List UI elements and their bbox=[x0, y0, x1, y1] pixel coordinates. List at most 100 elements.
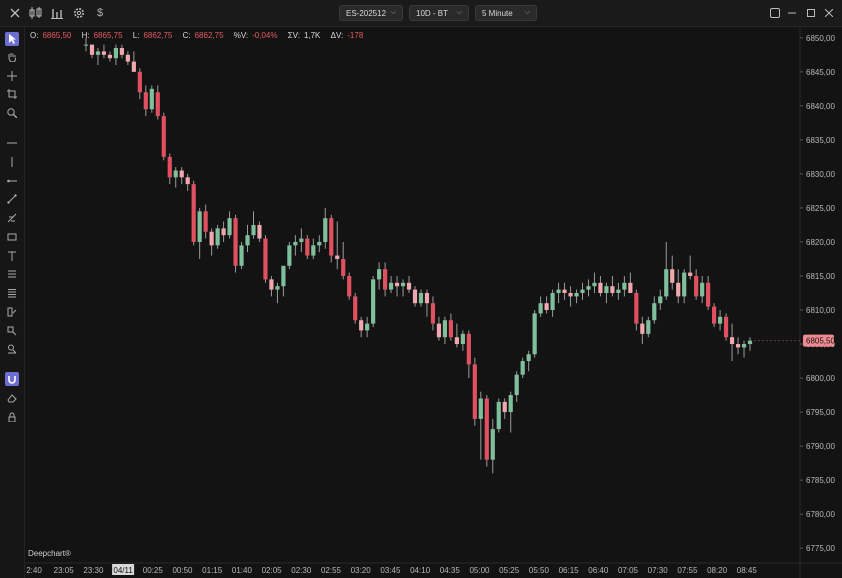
dollar-icon[interactable]: $ bbox=[92, 5, 108, 21]
chevron-down-icon: ⌵ bbox=[390, 9, 396, 16]
candle-up bbox=[592, 282, 597, 287]
lock-icon[interactable] bbox=[5, 410, 19, 424]
pct-value: -0,04% bbox=[252, 31, 278, 40]
time-tick-label: 03:45 bbox=[380, 566, 401, 575]
time-tick-label: 07:55 bbox=[677, 566, 698, 575]
candle-up bbox=[717, 316, 723, 324]
low-readout: L: 6862,75 bbox=[133, 31, 177, 40]
price-chart[interactable]: 6850,00 6845,00 6840,00 6835,00 6830,00 6825,… bbox=[0, 0, 842, 578]
magnet-icon[interactable] bbox=[5, 372, 19, 386]
interval-dropdown[interactable]: 5 Minute ⌵ bbox=[475, 5, 537, 21]
maximize-icon[interactable] bbox=[767, 5, 783, 21]
candle-down bbox=[137, 71, 142, 93]
interval-label: 5 Minute bbox=[482, 8, 513, 18]
candle-up bbox=[532, 313, 537, 355]
price-tick-label: 6780,00 bbox=[806, 510, 835, 519]
last-price-label: 6805,50 bbox=[806, 337, 835, 346]
candle-up bbox=[556, 289, 561, 293]
candle-up bbox=[496, 401, 501, 430]
candle-down bbox=[676, 282, 681, 297]
candle-down bbox=[209, 231, 214, 246]
candle-up bbox=[299, 238, 304, 242]
low-label: L: bbox=[132, 31, 140, 40]
minimize-icon[interactable] bbox=[784, 5, 800, 21]
candle-up bbox=[682, 272, 687, 297]
candle-up bbox=[580, 289, 585, 293]
open-readout: O: 6865,50 bbox=[30, 31, 75, 40]
candle-down bbox=[712, 306, 717, 324]
list-icon[interactable] bbox=[5, 267, 19, 281]
time-axis[interactable]: 2:40 23:05 23:30 04/11 00:25 00:50 01:15 01:40 0… bbox=[26, 564, 757, 575]
ruler-icon[interactable] bbox=[5, 324, 19, 338]
close-icon[interactable] bbox=[7, 5, 23, 21]
candle-up bbox=[149, 88, 154, 110]
time-tick-label: 03:20 bbox=[351, 566, 372, 575]
crosshair-icon[interactable] bbox=[5, 69, 19, 83]
restore-icon[interactable] bbox=[803, 5, 819, 21]
candle-down bbox=[257, 224, 262, 239]
candle-up bbox=[287, 245, 292, 266]
price-tick-label: 6840,00 bbox=[806, 102, 835, 111]
candle-up bbox=[227, 218, 232, 236]
eraser-icon[interactable] bbox=[5, 391, 19, 405]
price-tick-label: 6800,00 bbox=[806, 374, 835, 383]
candle-down bbox=[436, 323, 442, 338]
lines-icon[interactable] bbox=[5, 286, 19, 300]
candle-down bbox=[688, 272, 693, 276]
time-tick-label: 01:15 bbox=[202, 566, 223, 575]
candle-up bbox=[83, 44, 89, 46]
candle-up bbox=[490, 429, 495, 460]
time-tick-label: 08:20 bbox=[707, 566, 728, 575]
horizontal-line-icon[interactable] bbox=[5, 136, 19, 150]
time-tick-label: 00:50 bbox=[172, 566, 193, 575]
candle-up bbox=[215, 228, 220, 246]
candle-down bbox=[729, 337, 735, 345]
settings-gear-icon[interactable] bbox=[71, 5, 87, 21]
brush-icon[interactable] bbox=[5, 305, 19, 319]
top-bar: $ ES-202512 ⌵ 10D - BT ⌵ 5 Minute ⌵ bbox=[0, 0, 842, 27]
delta-readout: ΔV: -178 bbox=[331, 31, 368, 40]
candle-up bbox=[520, 361, 525, 375]
candle-down bbox=[107, 54, 113, 59]
close-value: 6862,75 bbox=[194, 31, 224, 40]
price-tick-label: 6835,00 bbox=[806, 136, 835, 145]
candle-down bbox=[634, 293, 639, 324]
close-label: C: bbox=[182, 31, 191, 40]
price-tick-label: 6795,00 bbox=[806, 408, 835, 417]
candle-down bbox=[502, 401, 507, 413]
fib-icon[interactable] bbox=[5, 211, 19, 225]
chart-type-icon[interactable] bbox=[49, 5, 65, 21]
symbol-label: ES-202512 bbox=[346, 8, 387, 18]
vertical-line-icon[interactable] bbox=[5, 155, 19, 169]
volume-readout: ΣV: 1,7K bbox=[288, 31, 325, 40]
hand-icon[interactable] bbox=[5, 50, 19, 64]
candle-up bbox=[245, 235, 250, 246]
candle-down bbox=[335, 255, 340, 259]
symbol-dropdown[interactable]: ES-202512 ⌵ bbox=[339, 5, 403, 21]
candle-down bbox=[412, 289, 418, 304]
time-tick-label: 07:30 bbox=[648, 566, 669, 575]
candle-down bbox=[598, 282, 603, 293]
candle-up bbox=[646, 320, 651, 334]
price-tick-label: 6810,00 bbox=[806, 306, 835, 315]
candle-down bbox=[221, 228, 226, 236]
close-window-icon[interactable] bbox=[821, 5, 837, 21]
ray-icon[interactable] bbox=[5, 174, 19, 188]
bar-style-icon[interactable] bbox=[28, 5, 44, 21]
candle-up bbox=[622, 282, 627, 290]
crop-icon[interactable] bbox=[5, 87, 19, 101]
zoom-icon[interactable] bbox=[5, 106, 19, 120]
trend-line-icon[interactable] bbox=[5, 192, 19, 206]
text-icon[interactable] bbox=[5, 249, 19, 263]
candle-up bbox=[550, 293, 555, 311]
cursor-icon[interactable] bbox=[5, 32, 19, 46]
price-axis[interactable]: 6850,00 6845,00 6840,00 6835,00 6830,00 6825,… bbox=[800, 34, 835, 553]
rectangle-icon[interactable] bbox=[5, 230, 19, 244]
candle-down bbox=[341, 258, 346, 276]
candle-down bbox=[562, 289, 567, 293]
candle-down bbox=[191, 184, 196, 242]
marker-icon[interactable] bbox=[5, 342, 19, 356]
open-label: O: bbox=[30, 31, 39, 40]
ohlc-info: O: 6865,50 H: 6865,75 L: 6862,75 C: 6862,75 … bbox=[30, 31, 371, 40]
range-dropdown[interactable]: 10D - BT ⌵ bbox=[409, 5, 469, 21]
